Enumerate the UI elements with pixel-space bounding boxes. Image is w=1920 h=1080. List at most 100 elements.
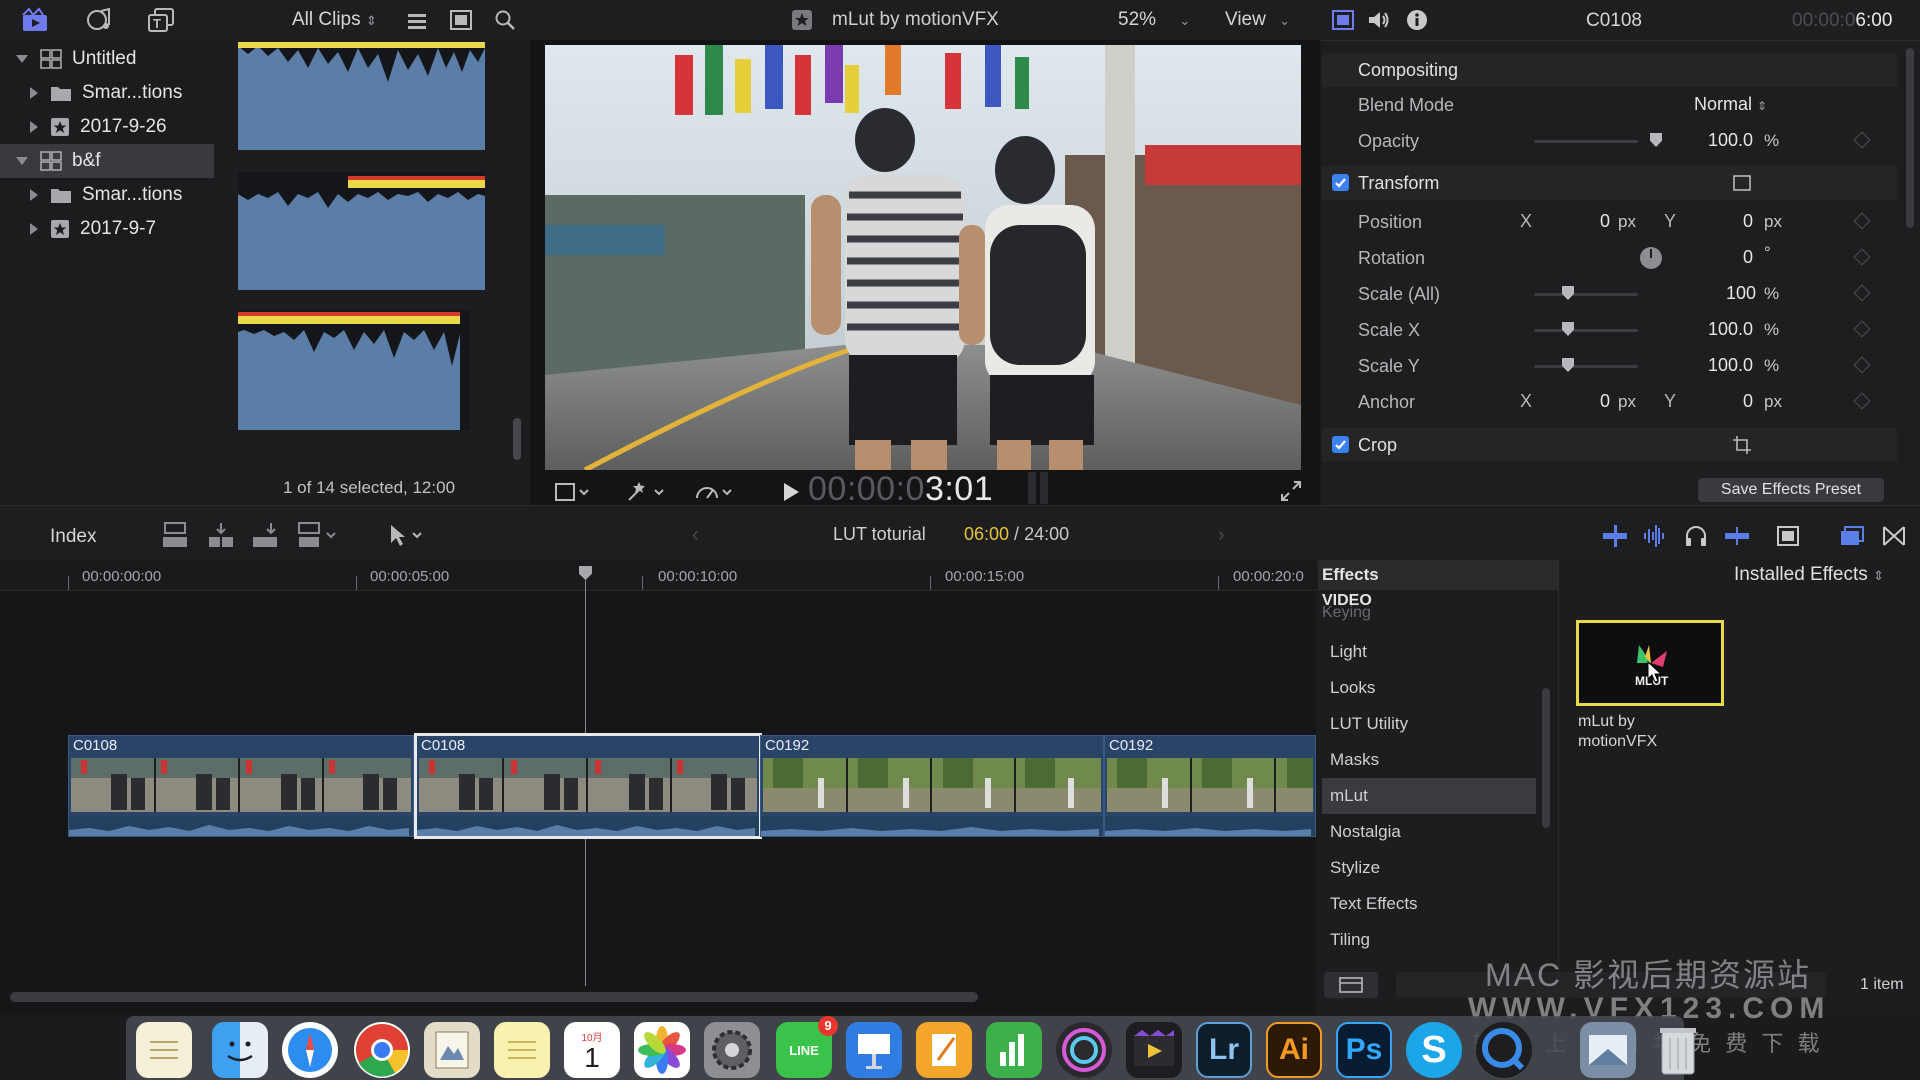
dock-lightroom-icon[interactable]: Lr [1196,1022,1252,1078]
audio-clip-thumbnail[interactable] [238,310,470,430]
dock-calendar-icon[interactable]: 10月 1 [564,1022,620,1078]
timeline-clip[interactable]: C0108 [68,735,414,837]
list-view-icon[interactable] [404,10,430,32]
timeline-clip[interactable]: C0192 [760,735,1104,837]
dock-chrome-icon[interactable] [354,1022,410,1078]
timeline-clip[interactable]: C0192 [1104,735,1316,837]
dock-numbers-icon[interactable] [986,1022,1042,1078]
snapping-icon[interactable] [1722,524,1752,548]
disclosure-open-icon[interactable] [16,55,28,63]
disclosure-open-icon[interactable] [16,157,28,165]
info-icon[interactable] [1404,8,1430,32]
dock-trash-icon[interactable] [1650,1022,1706,1078]
enhance-tool-icon[interactable] [624,478,668,506]
disclosure-closed-icon[interactable] [30,189,38,201]
scale-all-slider[interactable] [1534,293,1638,296]
dock-downloads-icon[interactable] [1580,1022,1636,1078]
skimming-icon[interactable] [1600,524,1630,548]
effect-tile-mlut[interactable]: MLUT [1576,620,1724,706]
dock-quicktime-icon[interactable] [1476,1022,1532,1078]
keyframe-diamond-icon[interactable] [1853,212,1871,230]
opacity-value[interactable]: 100.0 [1708,130,1753,151]
dock-pages-icon[interactable] [916,1022,972,1078]
position-x-value[interactable]: 0 [1600,211,1610,232]
keyframe-diamond-icon[interactable] [1853,284,1871,302]
transform-checkbox[interactable] [1332,174,1349,191]
disclosure-closed-icon[interactable] [30,223,38,235]
keyframe-diamond-icon[interactable] [1853,131,1871,149]
overwrite-clip-icon[interactable] [296,520,340,550]
browser-scrollbar[interactable] [513,418,521,460]
library-item-bf[interactable]: b&f [0,144,214,178]
anchor-y-value[interactable]: 0 [1743,391,1753,412]
library-item-smart-collections[interactable]: Smar...tions [0,178,214,212]
audio-clip-thumbnail[interactable] [238,172,485,290]
video-inspector-icon[interactable] [1330,8,1356,32]
save-effects-preset-button[interactable]: Save Effects Preset [1698,478,1884,502]
keyframe-diamond-icon[interactable] [1853,320,1871,338]
transform-onscreen-icon[interactable] [1732,174,1752,192]
transform-tool-icon[interactable] [552,478,592,506]
search-icon[interactable] [492,8,518,32]
play-icon[interactable] [780,480,802,504]
library-item-untitled[interactable]: Untitled [0,42,214,76]
dock-system-preferences-icon[interactable] [704,1022,760,1078]
library-item-smart-collections[interactable]: Smar...tions [0,76,214,110]
keyframe-diamond-icon[interactable] [1853,356,1871,374]
dock-photoshop-icon[interactable]: Ps [1336,1022,1392,1078]
scale-x-value[interactable]: 100.0 [1708,319,1753,340]
effects-browser-toggle-icon[interactable] [1838,524,1866,548]
scale-y-slider-knob[interactable] [1562,358,1574,372]
dock-motion-icon[interactable] [1056,1022,1112,1078]
sidebar-toggle-icon[interactable] [1324,972,1378,998]
timeline-clip-selected[interactable]: C0108 [414,733,762,839]
position-y-value[interactable]: 0 [1743,211,1753,232]
opacity-slider[interactable] [1534,140,1638,143]
dock-finder-icon[interactable] [212,1022,268,1078]
dock-notes-icon[interactable] [136,1022,192,1078]
effect-category-item[interactable]: Text Effects [1322,886,1536,922]
anchor-x-value[interactable]: 0 [1600,391,1610,412]
viewer-video-frame[interactable] [545,45,1301,470]
filmstrip-view-icon[interactable] [448,8,474,32]
effect-category-item-selected[interactable]: mLut [1322,778,1536,814]
photos-audio-icon[interactable] [84,6,114,34]
dock-keynote-icon[interactable] [846,1022,902,1078]
scale-all-slider-knob[interactable] [1562,286,1574,300]
clips-filter-dropdown[interactable]: All Clips ⇕ [292,9,377,31]
libraries-icon[interactable] [20,6,50,34]
crop-checkbox[interactable] [1332,436,1349,453]
keyframe-diamond-icon[interactable] [1853,392,1871,410]
crop-onscreen-icon[interactable] [1732,435,1752,455]
speed-icon[interactable] [692,478,736,506]
blend-mode-dropdown[interactable]: Normal ⇕ [1694,94,1767,115]
scrollbar[interactable] [1906,48,1914,228]
connect-clip-icon[interactable] [160,520,190,550]
transitions-browser-toggle-icon[interactable] [1880,524,1908,548]
solo-headphones-icon[interactable] [1682,524,1710,548]
category-scrollbar[interactable] [1542,688,1550,828]
audio-clip-thumbnail[interactable] [238,42,485,150]
fullscreen-icon[interactable] [1278,478,1304,504]
history-forward-icon[interactable]: › [1218,524,1225,547]
dock-illustrator-icon[interactable]: Ai [1266,1022,1322,1078]
zoom-dropdown[interactable]: 52% ⌄ [1118,9,1190,31]
history-back-icon[interactable]: ‹ [692,524,699,547]
opacity-slider-knob[interactable] [1650,133,1662,147]
rotation-dial[interactable] [1640,247,1662,269]
dock-skype-icon[interactable]: S [1406,1022,1462,1078]
scale-all-value[interactable]: 100 [1726,283,1756,304]
insert-clip-icon[interactable] [206,520,236,550]
dock-safari-icon[interactable] [282,1022,338,1078]
disclosure-closed-icon[interactable] [30,87,38,99]
view-menu[interactable]: View ⌄ [1225,9,1290,31]
keyframe-diamond-icon[interactable] [1853,248,1871,266]
audio-skimming-icon[interactable] [1640,524,1670,548]
append-clip-icon[interactable] [250,520,280,550]
audio-inspector-icon[interactable] [1366,8,1392,32]
library-item-event[interactable]: 2017-9-7 [0,212,214,246]
rotation-value[interactable]: 0 [1743,247,1753,268]
effect-category-item[interactable]: Masks [1322,742,1536,778]
dock-photos-icon[interactable] [634,1022,690,1078]
scale-x-slider[interactable] [1534,329,1638,332]
